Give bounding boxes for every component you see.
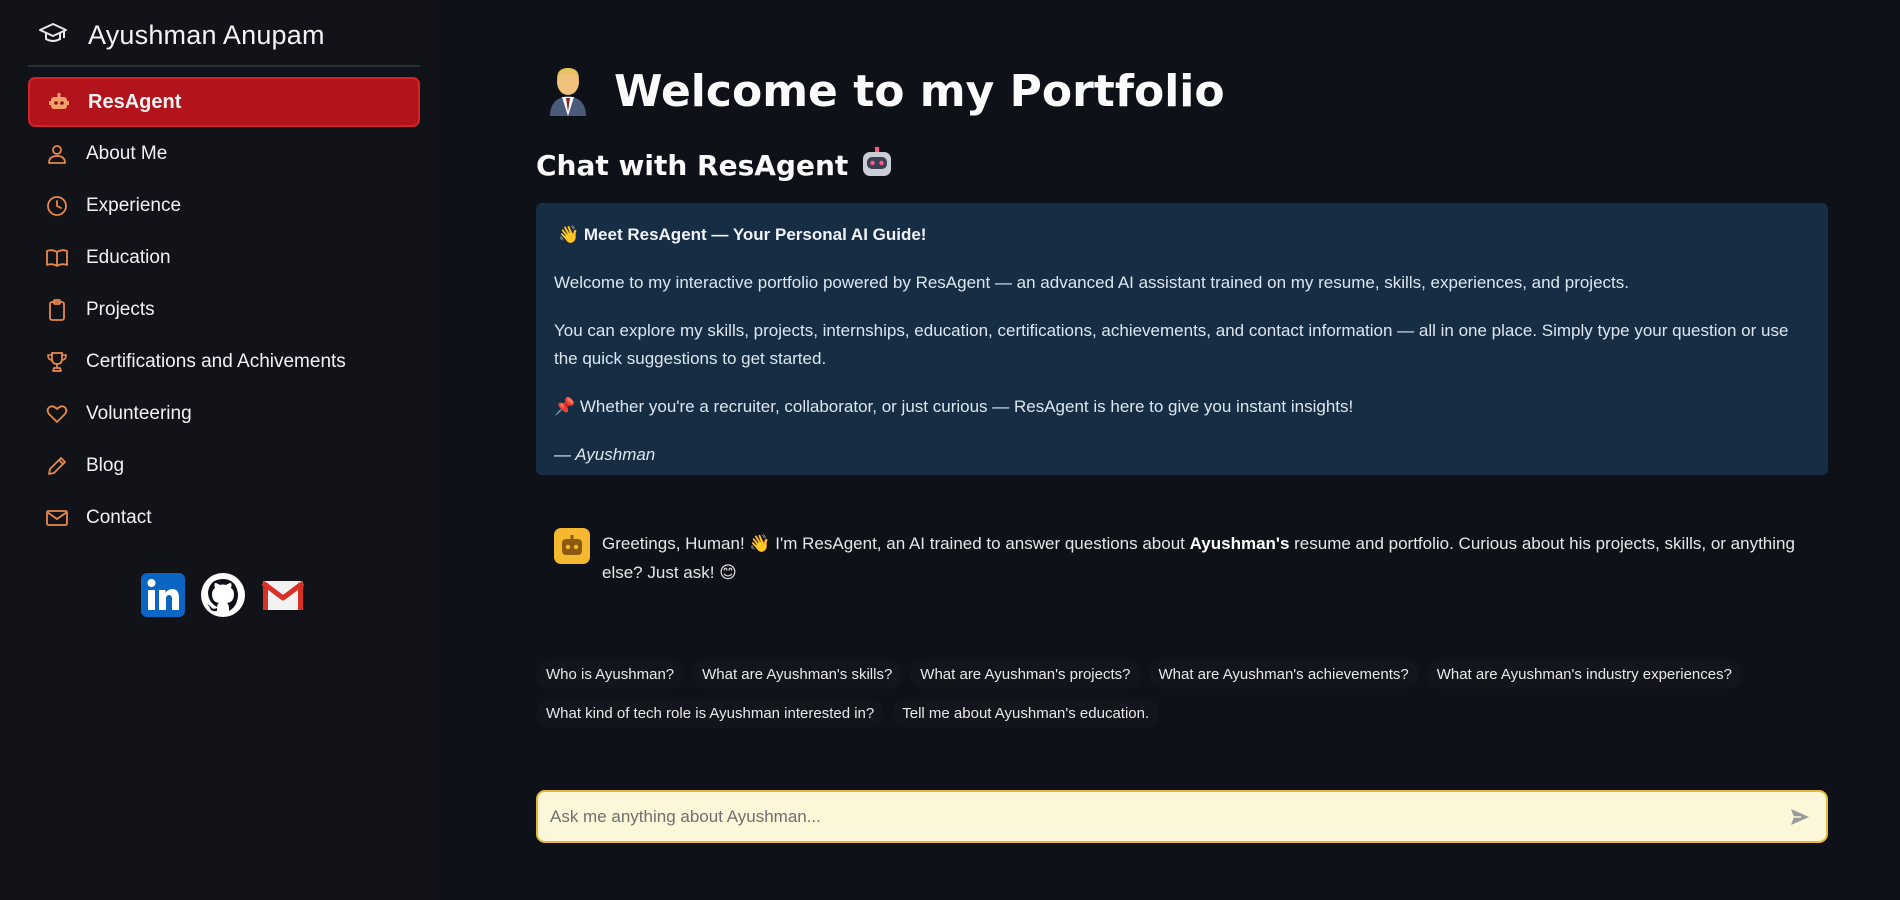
send-arrow-icon — [1791, 808, 1809, 825]
brand-name: Ayushman Anupam — [88, 20, 325, 50]
sidebar-item-resagent[interactable]: ResAgent — [28, 77, 420, 127]
person-in-suit-emoji — [544, 62, 592, 121]
suggestion-chip[interactable]: What are Ayushman's industry experiences… — [1426, 660, 1742, 689]
sidebar-item-label: Blog — [86, 455, 125, 476]
sidebar-item-certifications[interactable]: Certifications and Achivements — [28, 337, 420, 387]
sidebar-item-label: Contact — [86, 507, 152, 528]
clipboard-icon — [44, 297, 70, 323]
sidebar-item-label: Experience — [86, 195, 182, 216]
page-title: Welcome to my Portfolio — [614, 66, 1225, 117]
brand-divider — [28, 65, 420, 67]
sidebar-item-label: Projects — [86, 299, 155, 320]
linkedin-icon[interactable] — [140, 572, 186, 618]
sidebar-item-contact[interactable]: Contact — [28, 493, 420, 543]
section-subtitle: Chat with ResAgent — [536, 149, 849, 182]
book-icon — [44, 245, 70, 271]
robot-emoji — [860, 146, 894, 185]
sidebar: Ayushman Anupam ResAgent About Me Experi… — [0, 0, 440, 900]
envelope-icon — [44, 505, 70, 531]
robot-icon — [46, 89, 72, 115]
sidebar-item-blog[interactable]: Blog — [28, 441, 420, 491]
sidebar-item-label: ResAgent — [88, 90, 182, 113]
sidebar-item-education[interactable]: Education — [28, 233, 420, 283]
sidebar-item-label: Education — [86, 247, 171, 268]
intro-paragraph-3: 📌 Whether you're a recruiter, collaborat… — [554, 397, 1354, 416]
github-icon[interactable] — [200, 572, 246, 618]
sidebar-nav: ResAgent About Me Experience Education P… — [28, 77, 420, 545]
trophy-icon — [44, 349, 70, 375]
sidebar-item-experience[interactable]: Experience — [28, 181, 420, 231]
graduation-cap-icon — [38, 18, 68, 53]
suggestion-chip[interactable]: What are Ayushman's projects? — [910, 660, 1141, 689]
chat-input-container — [536, 790, 1828, 843]
assistant-message-text: Greetings, Human! 👋 I'm ResAgent, an AI … — [602, 528, 1828, 587]
intro-signature: — Ayushman — [554, 445, 656, 464]
send-button[interactable] — [1778, 795, 1822, 839]
chat-input[interactable] — [538, 791, 1778, 842]
suggestion-chip[interactable]: What kind of tech role is Ayushman inter… — [536, 699, 885, 728]
quick-suggestions: Who is Ayushman? What are Ayushman's ski… — [536, 660, 1828, 728]
intro-paragraph-2: You can explore my skills, projects, int… — [554, 321, 1789, 368]
assistant-message: Greetings, Human! 👋 I'm ResAgent, an AI … — [554, 528, 1828, 587]
clock-icon — [44, 193, 70, 219]
person-icon — [44, 141, 70, 167]
message-part: Greetings, Human! 👋 I'm ResAgent, an AI … — [602, 534, 1190, 553]
social-links — [140, 572, 306, 618]
heart-icon — [44, 401, 70, 427]
bot-avatar-icon — [554, 528, 590, 564]
suggestion-chip[interactable]: Who is Ayushman? — [536, 660, 685, 689]
sidebar-brand: Ayushman Anupam — [38, 18, 420, 53]
sidebar-item-label: About Me — [86, 143, 168, 164]
main-content: Welcome to my Portfolio Chat with ResAge… — [536, 0, 1828, 900]
sidebar-item-label: Certifications and Achivements — [86, 351, 346, 372]
subtitle-row: Chat with ResAgent — [536, 146, 894, 185]
message-bold-name: Ayushman's — [1189, 534, 1290, 553]
intro-info-box: 👋 Meet ResAgent — Your Personal AI Guide… — [536, 203, 1828, 475]
pencil-icon — [44, 453, 70, 479]
intro-heading: 👋 Meet ResAgent — Your Personal AI Guide… — [558, 225, 927, 244]
sidebar-item-projects[interactable]: Projects — [28, 285, 420, 335]
suggestion-chip[interactable]: What are Ayushman's achievements? — [1148, 660, 1419, 689]
suggestion-chip[interactable]: What are Ayushman's skills? — [692, 660, 903, 689]
sidebar-item-volunteering[interactable]: Volunteering — [28, 389, 420, 439]
gmail-icon[interactable] — [260, 572, 306, 618]
intro-paragraph-1: Welcome to my interactive portfolio powe… — [554, 273, 1629, 292]
title-row: Welcome to my Portfolio — [544, 62, 1225, 121]
sidebar-item-label: Volunteering — [86, 403, 192, 424]
suggestion-chip[interactable]: Tell me about Ayushman's education. — [892, 699, 1160, 728]
sidebar-item-about-me[interactable]: About Me — [28, 129, 420, 179]
